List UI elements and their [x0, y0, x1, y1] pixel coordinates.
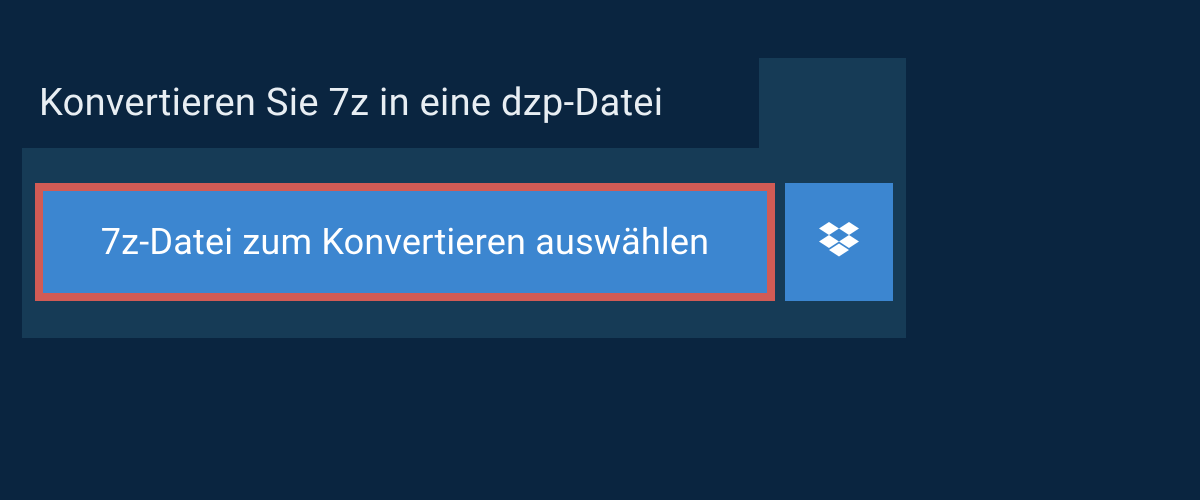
button-row: 7z-Datei zum Konvertieren auswählen: [35, 183, 893, 301]
select-file-button-label: 7z-Datei zum Konvertieren auswählen: [101, 221, 710, 263]
dropbox-button[interactable]: [785, 183, 893, 301]
select-file-button[interactable]: 7z-Datei zum Konvertieren auswählen: [35, 183, 775, 301]
dropbox-icon: [819, 222, 859, 262]
converter-panel: Konvertieren Sie 7z in eine dzp-Datei 7z…: [22, 58, 906, 338]
page-title: Konvertieren Sie 7z in eine dzp-Datei: [39, 81, 663, 125]
title-bar: Konvertieren Sie 7z in eine dzp-Datei: [22, 58, 759, 148]
